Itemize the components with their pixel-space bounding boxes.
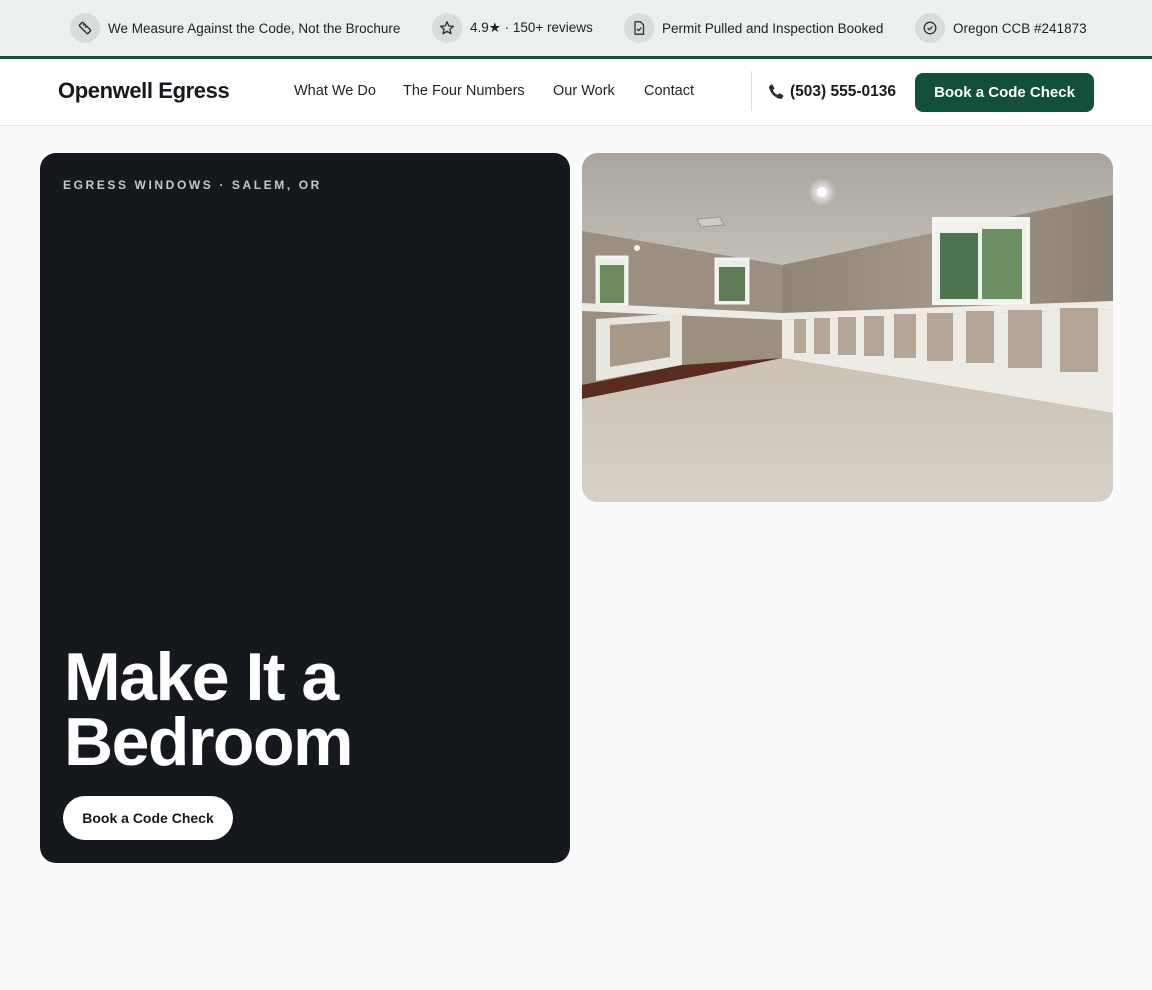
document-check-icon bbox=[624, 13, 654, 43]
trust-item-label: 4.9★ · 150+ reviews bbox=[470, 20, 593, 35]
nav-link-contact[interactable]: Contact bbox=[644, 83, 694, 99]
hero-card: EGRESS WINDOWS · SALEM, OR Make It a Bed… bbox=[40, 153, 570, 863]
book-code-check-button[interactable]: Book a Code Check bbox=[915, 73, 1094, 112]
nav-link-our-work[interactable]: Our Work bbox=[553, 83, 615, 99]
trust-item-measure: We Measure Against the Code, Not the Bro… bbox=[70, 13, 400, 43]
hero-eyebrow: EGRESS WINDOWS · SALEM, OR bbox=[63, 178, 322, 192]
trust-item-reviews: 4.9★ · 150+ reviews bbox=[432, 13, 593, 43]
nav-link-four-numbers[interactable]: The Four Numbers bbox=[403, 83, 525, 99]
basement-room-photo bbox=[582, 153, 1113, 502]
trust-bar: We Measure Against the Code, Not the Bro… bbox=[0, 0, 1152, 59]
trust-item-license: Oregon CCB #241873 bbox=[915, 13, 1087, 43]
nav-link-what-we-do[interactable]: What We Do bbox=[294, 83, 376, 99]
phone-link[interactable]: (503) 555-0136 bbox=[767, 81, 896, 103]
trust-item-label: Oregon CCB #241873 bbox=[953, 20, 1087, 36]
trust-item-label: Permit Pulled and Inspection Booked bbox=[662, 20, 884, 36]
trust-item-label: We Measure Against the Code, Not the Bro… bbox=[108, 20, 401, 36]
phone-icon bbox=[769, 84, 784, 99]
trust-item-permit: Permit Pulled and Inspection Booked bbox=[624, 13, 883, 43]
nav-divider bbox=[751, 71, 752, 111]
check-circle-icon bbox=[915, 13, 945, 43]
phone-number: (503) 555-0136 bbox=[790, 83, 896, 100]
logo[interactable]: Openwell Egress bbox=[58, 78, 230, 104]
main-nav: Openwell Egress What We Do The Four Numb… bbox=[0, 59, 1152, 126]
star-icon bbox=[432, 13, 462, 43]
hero-book-code-check-button[interactable]: Book a Code Check bbox=[63, 796, 233, 840]
ruler-icon bbox=[70, 13, 100, 43]
hero-title: Make It a Bedroom bbox=[64, 639, 353, 780]
